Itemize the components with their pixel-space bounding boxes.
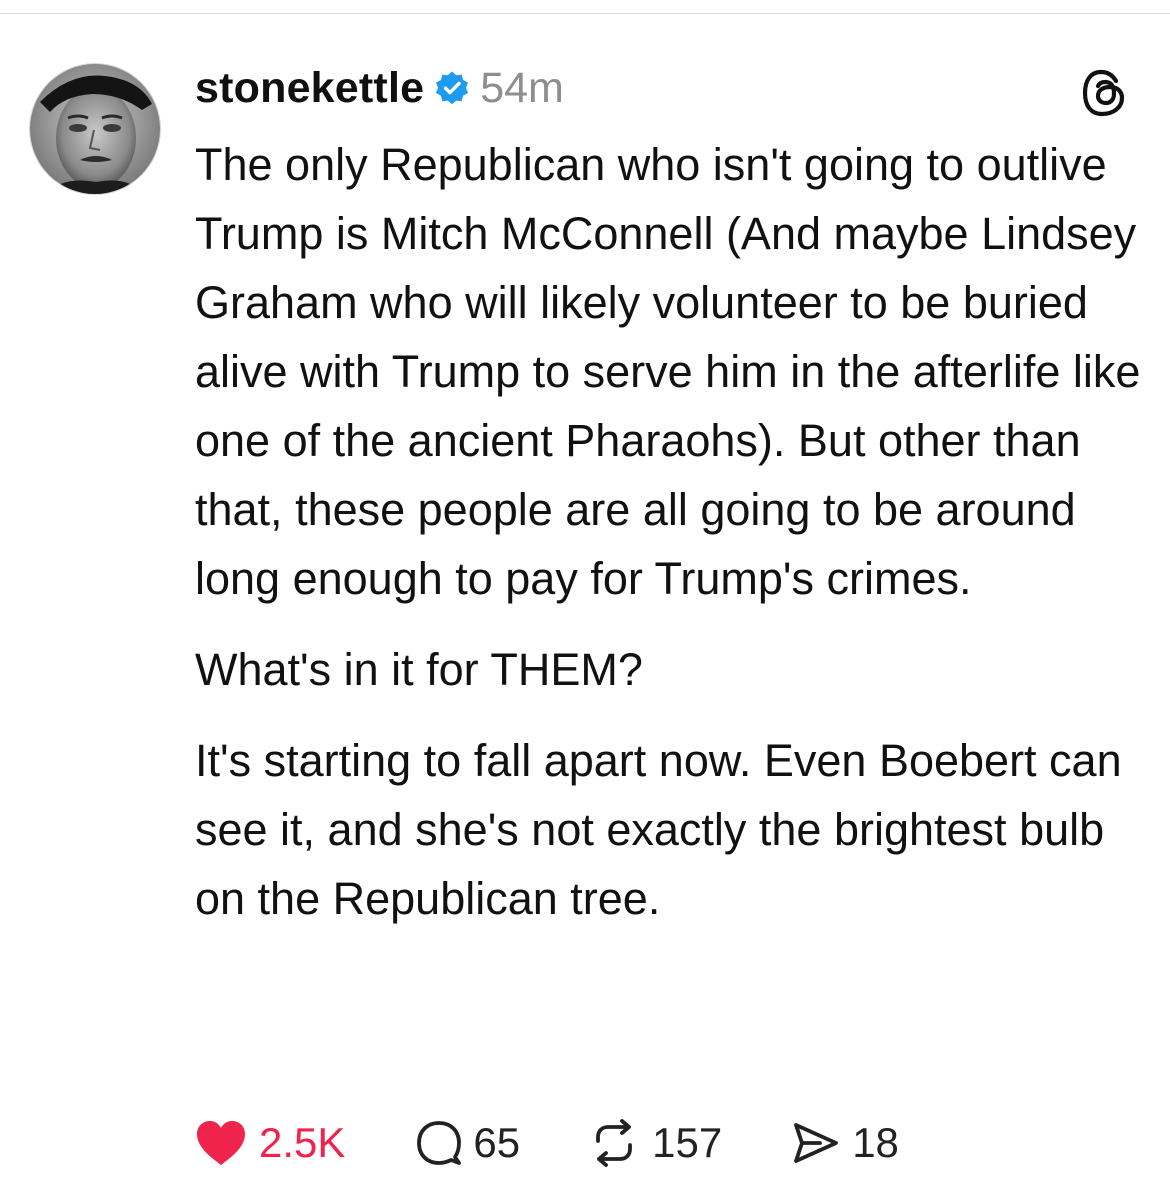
avatar-photo [30, 64, 160, 194]
post-actions: 2.5K 65 157 18 [193, 1118, 899, 1168]
post-paragraph: What's in it for THEM? [195, 644, 643, 695]
reply-count: 65 [473, 1119, 521, 1166]
send-icon [794, 1123, 839, 1163]
top-divider [0, 13, 1170, 14]
post-body: The only Republican who isn't going to o… [195, 130, 1150, 933]
post-paragraph: It's starting to fall apart now. Even Bo… [195, 735, 1122, 924]
threads-logo-icon[interactable] [1080, 68, 1130, 118]
post-paragraph: The only Republican who isn't going to o… [195, 139, 1141, 604]
like-button[interactable]: 2.5K [193, 1118, 345, 1168]
share-count: 18 [852, 1119, 899, 1166]
repost-count: 157 [652, 1119, 723, 1166]
verified-badge-icon [434, 70, 470, 106]
comment-icon [417, 1121, 462, 1165]
like-count: 2.5K [259, 1119, 346, 1166]
reply-button[interactable]: 65 [415, 1119, 520, 1167]
post-header: stonekettle 54m [195, 62, 564, 114]
heart-icon [197, 1121, 245, 1165]
repost-icon [596, 1119, 633, 1167]
avatar[interactable] [30, 64, 160, 194]
post-timestamp: 54m [480, 63, 564, 112]
username[interactable]: stonekettle [195, 64, 424, 113]
share-button[interactable]: 18 [790, 1119, 899, 1167]
repost-button[interactable]: 157 [586, 1119, 722, 1167]
